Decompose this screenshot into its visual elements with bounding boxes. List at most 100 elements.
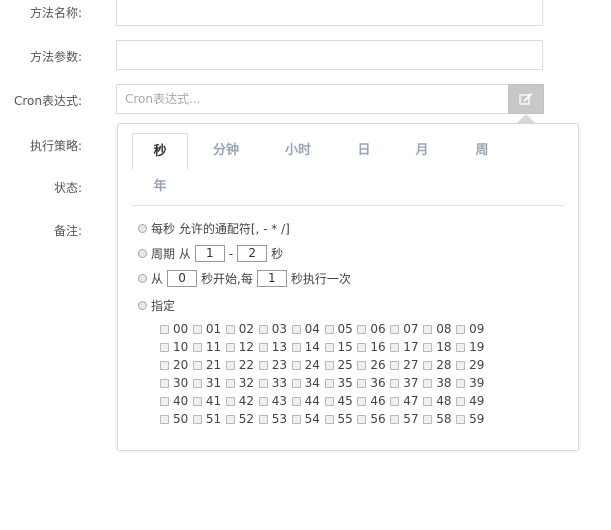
second-checkbox-item[interactable]: 25 xyxy=(324,356,358,374)
second-checkbox-item[interactable]: 11 xyxy=(192,338,226,356)
option-every-second[interactable]: 每秒 允许的通配符[, - * /] xyxy=(138,220,290,237)
checkbox[interactable] xyxy=(390,396,400,406)
from-every-input[interactable]: 1 xyxy=(256,270,287,287)
checkbox[interactable] xyxy=(456,378,466,388)
checkbox[interactable] xyxy=(225,360,235,370)
second-checkbox-item[interactable]: 02 xyxy=(225,320,259,338)
second-checkbox-item[interactable]: 33 xyxy=(258,374,292,392)
second-checkbox-item[interactable]: 07 xyxy=(390,320,423,338)
second-checkbox-item[interactable]: 46 xyxy=(357,392,390,410)
second-checkbox-item[interactable]: 50 xyxy=(160,410,193,428)
checkbox[interactable] xyxy=(324,342,334,352)
tab-week[interactable]: 周 xyxy=(454,133,510,169)
tab-day[interactable]: 日 xyxy=(336,133,392,169)
method-name-field[interactable] xyxy=(116,0,543,26)
second-checkbox-item[interactable]: 01 xyxy=(192,320,226,338)
second-checkbox-item[interactable]: 45 xyxy=(324,392,358,410)
option-specify[interactable]: 指定 xyxy=(138,297,175,314)
tab-month[interactable]: 月 xyxy=(394,133,450,169)
checkbox[interactable] xyxy=(192,360,202,370)
checkbox[interactable] xyxy=(456,324,466,334)
second-checkbox-item[interactable]: 22 xyxy=(225,356,259,374)
second-checkbox-item[interactable]: 21 xyxy=(192,356,226,374)
checkbox[interactable] xyxy=(258,414,268,424)
second-checkbox-item[interactable]: 39 xyxy=(456,374,489,392)
second-checkbox-item[interactable]: 29 xyxy=(456,356,489,374)
option-from-every[interactable]: 从 0 秒开始,每 1 秒执行一次 xyxy=(138,270,351,287)
second-checkbox-item[interactable]: 15 xyxy=(324,338,358,356)
second-checkbox-item[interactable]: 23 xyxy=(258,356,292,374)
checkbox[interactable] xyxy=(324,324,334,334)
second-checkbox-item[interactable]: 20 xyxy=(160,356,193,374)
second-checkbox-item[interactable]: 12 xyxy=(225,338,259,356)
checkbox[interactable] xyxy=(423,378,433,388)
checkbox[interactable] xyxy=(192,378,202,388)
second-checkbox-item[interactable]: 04 xyxy=(291,320,325,338)
second-checkbox-item[interactable]: 30 xyxy=(160,374,193,392)
checkbox[interactable] xyxy=(390,360,400,370)
checkbox[interactable] xyxy=(456,342,466,352)
checkbox[interactable] xyxy=(225,414,235,424)
tab-minute[interactable]: 分钟 xyxy=(198,133,254,169)
radio-specify[interactable] xyxy=(138,301,147,310)
tab-second[interactable]: 秒 xyxy=(132,133,188,170)
second-checkbox-item[interactable]: 03 xyxy=(258,320,292,338)
second-checkbox-item[interactable]: 51 xyxy=(192,410,226,428)
checkbox[interactable] xyxy=(225,396,235,406)
second-checkbox-item[interactable]: 08 xyxy=(423,320,456,338)
checkbox[interactable] xyxy=(357,342,367,352)
checkbox[interactable] xyxy=(160,342,169,352)
radio-from[interactable] xyxy=(138,274,147,283)
second-checkbox-item[interactable]: 48 xyxy=(423,392,456,410)
second-checkbox-item[interactable]: 34 xyxy=(291,374,325,392)
second-checkbox-item[interactable]: 42 xyxy=(225,392,259,410)
second-checkbox-item[interactable]: 35 xyxy=(324,374,358,392)
checkbox[interactable] xyxy=(357,414,367,424)
checkbox[interactable] xyxy=(258,360,268,370)
checkbox[interactable] xyxy=(258,378,268,388)
second-checkbox-item[interactable]: 56 xyxy=(357,410,390,428)
checkbox[interactable] xyxy=(390,324,400,334)
second-checkbox-item[interactable]: 37 xyxy=(390,374,423,392)
checkbox[interactable] xyxy=(357,360,367,370)
second-checkbox-item[interactable]: 52 xyxy=(225,410,259,428)
checkbox[interactable] xyxy=(192,324,202,334)
second-checkbox-item[interactable]: 16 xyxy=(357,338,390,356)
method-params-input[interactable] xyxy=(117,41,542,69)
cron-edit-button[interactable] xyxy=(508,84,544,114)
checkbox[interactable] xyxy=(258,324,268,334)
checkbox[interactable] xyxy=(456,414,466,424)
checkbox[interactable] xyxy=(291,414,301,424)
option-period[interactable]: 周期 从 1 - 2 秒 xyxy=(138,245,283,262)
second-checkbox-item[interactable]: 18 xyxy=(423,338,456,356)
tab-hour[interactable]: 小时 xyxy=(270,133,326,169)
from-start-input[interactable]: 0 xyxy=(167,270,198,287)
checkbox[interactable] xyxy=(291,342,301,352)
checkbox[interactable] xyxy=(357,378,367,388)
second-checkbox-item[interactable]: 55 xyxy=(324,410,358,428)
period-to-input[interactable]: 2 xyxy=(237,245,268,262)
checkbox[interactable] xyxy=(390,414,400,424)
checkbox[interactable] xyxy=(225,342,235,352)
second-checkbox-item[interactable]: 19 xyxy=(456,338,489,356)
second-checkbox-item[interactable]: 10 xyxy=(160,338,193,356)
second-checkbox-item[interactable]: 43 xyxy=(258,392,292,410)
second-checkbox-item[interactable]: 31 xyxy=(192,374,226,392)
checkbox[interactable] xyxy=(160,414,169,424)
second-checkbox-item[interactable]: 00 xyxy=(160,320,193,338)
checkbox[interactable] xyxy=(357,324,367,334)
radio-every[interactable] xyxy=(138,224,147,233)
checkbox[interactable] xyxy=(324,414,334,424)
checkbox[interactable] xyxy=(390,378,400,388)
second-checkbox-item[interactable]: 44 xyxy=(291,392,325,410)
second-checkbox-item[interactable]: 53 xyxy=(258,410,292,428)
checkbox[interactable] xyxy=(324,396,334,406)
second-checkbox-item[interactable]: 17 xyxy=(390,338,423,356)
checkbox[interactable] xyxy=(192,396,202,406)
checkbox[interactable] xyxy=(160,324,169,334)
method-params-field[interactable] xyxy=(116,40,543,70)
period-from-input[interactable]: 1 xyxy=(194,245,225,262)
checkbox[interactable] xyxy=(291,378,301,388)
method-name-input[interactable] xyxy=(117,0,542,25)
checkbox[interactable] xyxy=(291,360,301,370)
